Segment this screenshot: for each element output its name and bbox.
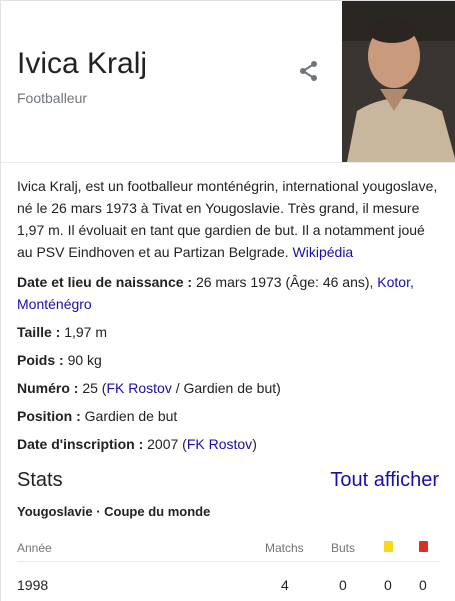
knowledge-panel: Ivica Kralj Footballeur Ivica Kralj, est… (0, 0, 455, 601)
fact-registration-close: ) (252, 436, 257, 452)
wikipedia-link[interactable]: Wikipédia (293, 244, 354, 260)
facts-list: Date et lieu de naissance : 26 mars 1973… (17, 271, 442, 461)
row-goals: 0 (339, 577, 347, 593)
fact-birth: Date et lieu de naissance : 26 mars 1973… (17, 271, 442, 315)
show-all-link[interactable]: Tout afficher (330, 469, 439, 492)
fact-position-value: Gardien de but (84, 408, 178, 424)
fact-position-label: Position : (17, 408, 81, 424)
fact-birth-label: Date et lieu de naissance : (17, 274, 193, 290)
fact-weight-value: 90 kg (67, 352, 102, 368)
fact-height-label: Taille : (17, 324, 61, 340)
entity-name: Ivica Kralj (17, 47, 148, 80)
yellow-card-icon (384, 541, 393, 555)
fact-number-value: 25 ( (82, 380, 107, 396)
panel-header: Ivica Kralj Footballeur (1, 1, 455, 163)
entity-photo[interactable] (342, 1, 455, 162)
fact-weight-label: Poids : (17, 352, 64, 368)
fact-registration: Date d'inscription : 2007 (FK Rostov) (17, 433, 442, 455)
col-goals: Buts (331, 541, 356, 555)
share-icon[interactable] (297, 59, 321, 83)
fact-weight: Poids : 90 kg (17, 349, 442, 371)
description-text: Ivica Kralj, est un footballeur monténég… (17, 178, 438, 260)
fact-position: Position : Gardien de but (17, 405, 442, 427)
number-team-link[interactable]: FK Rostov (106, 380, 171, 396)
stats-subtitle: Yougoslavie · Coupe du monde (17, 504, 211, 519)
fact-birth-value: 26 mars 1973 (Âge: 46 ans), (195, 274, 374, 290)
red-card-icon (419, 541, 428, 555)
fact-height: Taille : 1,97 m (17, 321, 442, 343)
fact-registration-value: 2007 ( (147, 436, 187, 452)
stats-table-header: Année Matchs Buts (17, 537, 440, 562)
stats-title: Stats (17, 469, 63, 491)
row-year: 1998 (17, 577, 49, 593)
col-year: Année (17, 541, 52, 555)
description: Ivica Kralj, est un footballeur monténég… (17, 175, 442, 263)
fact-number-label: Numéro : (17, 380, 79, 396)
registration-team-link[interactable]: FK Rostov (187, 436, 252, 452)
row-red: 0 (419, 577, 427, 593)
fact-height-value: 1,97 m (64, 324, 108, 340)
row-matches: 4 (281, 577, 289, 593)
fact-registration-label: Date d'inscription : (17, 436, 144, 452)
col-matches: Matchs (265, 541, 304, 555)
fact-number: Numéro : 25 (FK Rostov / Gardien de but) (17, 377, 442, 399)
row-yellow: 0 (384, 577, 392, 593)
fact-number-role: / Gardien de but) (171, 380, 281, 396)
entity-subtitle: Footballeur (17, 90, 88, 106)
